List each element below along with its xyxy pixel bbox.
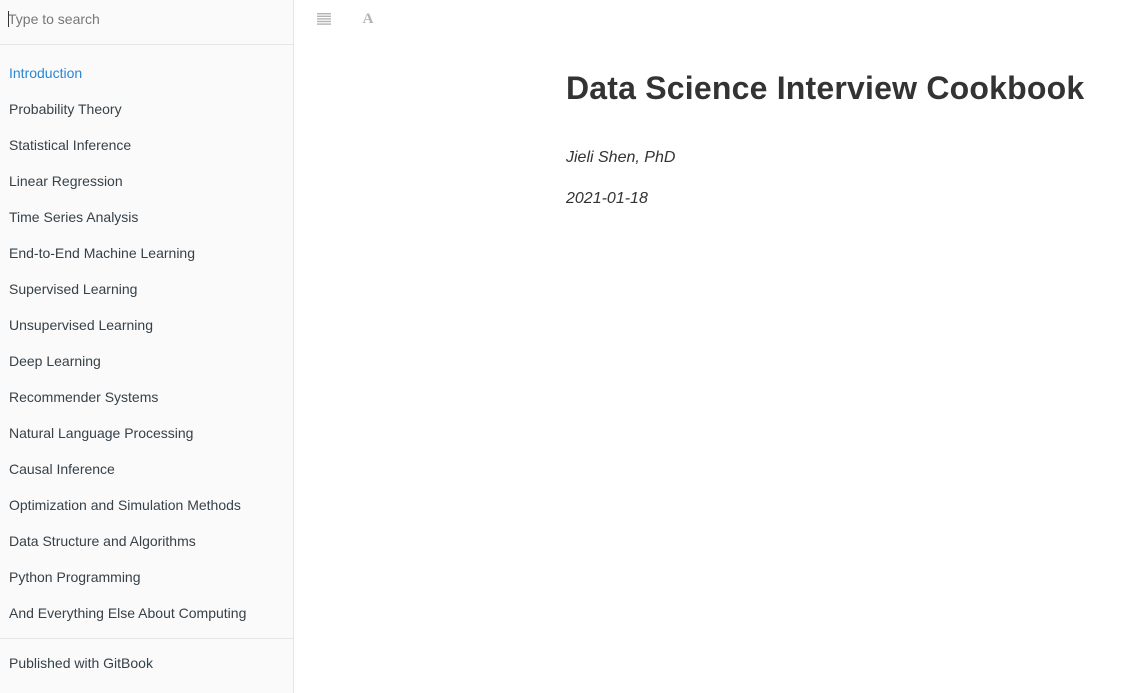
- sidebar-item-probability-theory[interactable]: Probability Theory: [0, 91, 293, 127]
- search-input[interactable]: [8, 8, 278, 30]
- sidebar-item-time-series-analysis[interactable]: Time Series Analysis: [0, 199, 293, 235]
- toggle-sidebar-button[interactable]: [313, 8, 335, 30]
- sidebar-item-end-to-end-machine-learning[interactable]: End-to-End Machine Learning: [0, 235, 293, 271]
- font-settings-button[interactable]: A: [357, 8, 379, 30]
- sidebar-item-recommender-systems[interactable]: Recommender Systems: [0, 379, 293, 415]
- font-settings-icon: A: [362, 10, 374, 27]
- sidebar-item-deep-learning[interactable]: Deep Learning: [0, 343, 293, 379]
- sidebar-item-data-structure-and-algorithms[interactable]: Data Structure and Algorithms: [0, 523, 293, 559]
- sidebar-item-optimization-and-simulation-methods[interactable]: Optimization and Simulation Methods: [0, 487, 293, 523]
- sidebar-item-unsupervised-learning[interactable]: Unsupervised Learning: [0, 307, 293, 343]
- text-cursor: [8, 11, 9, 27]
- sidebar-item-and-everything-else-about-computing[interactable]: And Everything Else About Computing: [0, 595, 293, 631]
- sidebar-item-introduction[interactable]: Introduction: [0, 55, 293, 91]
- book-content: Data Science Interview Cookbook Jieli Sh…: [566, 70, 1126, 207]
- sidebar-item-statistical-inference[interactable]: Statistical Inference: [0, 127, 293, 163]
- menu-lines-icon: [317, 13, 331, 25]
- sidebar-item-supervised-learning[interactable]: Supervised Learning: [0, 271, 293, 307]
- sidebar-item-natural-language-processing[interactable]: Natural Language Processing: [0, 415, 293, 451]
- sidebar-item-python-programming[interactable]: Python Programming: [0, 559, 293, 595]
- sidebar-divider: [0, 638, 293, 639]
- sidebar-item-linear-regression[interactable]: Linear Regression: [0, 163, 293, 199]
- sidebar-item-causal-inference[interactable]: Causal Inference: [0, 451, 293, 487]
- author: Jieli Shen, PhD: [566, 149, 676, 166]
- page-title: Data Science Interview Cookbook: [566, 70, 1085, 106]
- publish-date: 2021-01-18: [566, 190, 648, 207]
- published-with-gitbook-link[interactable]: Published with GitBook: [9, 655, 153, 671]
- search-box: [0, 0, 293, 45]
- table-of-contents: Introduction Probability Theory Statisti…: [0, 55, 293, 631]
- sidebar: Introduction Probability Theory Statisti…: [0, 0, 294, 693]
